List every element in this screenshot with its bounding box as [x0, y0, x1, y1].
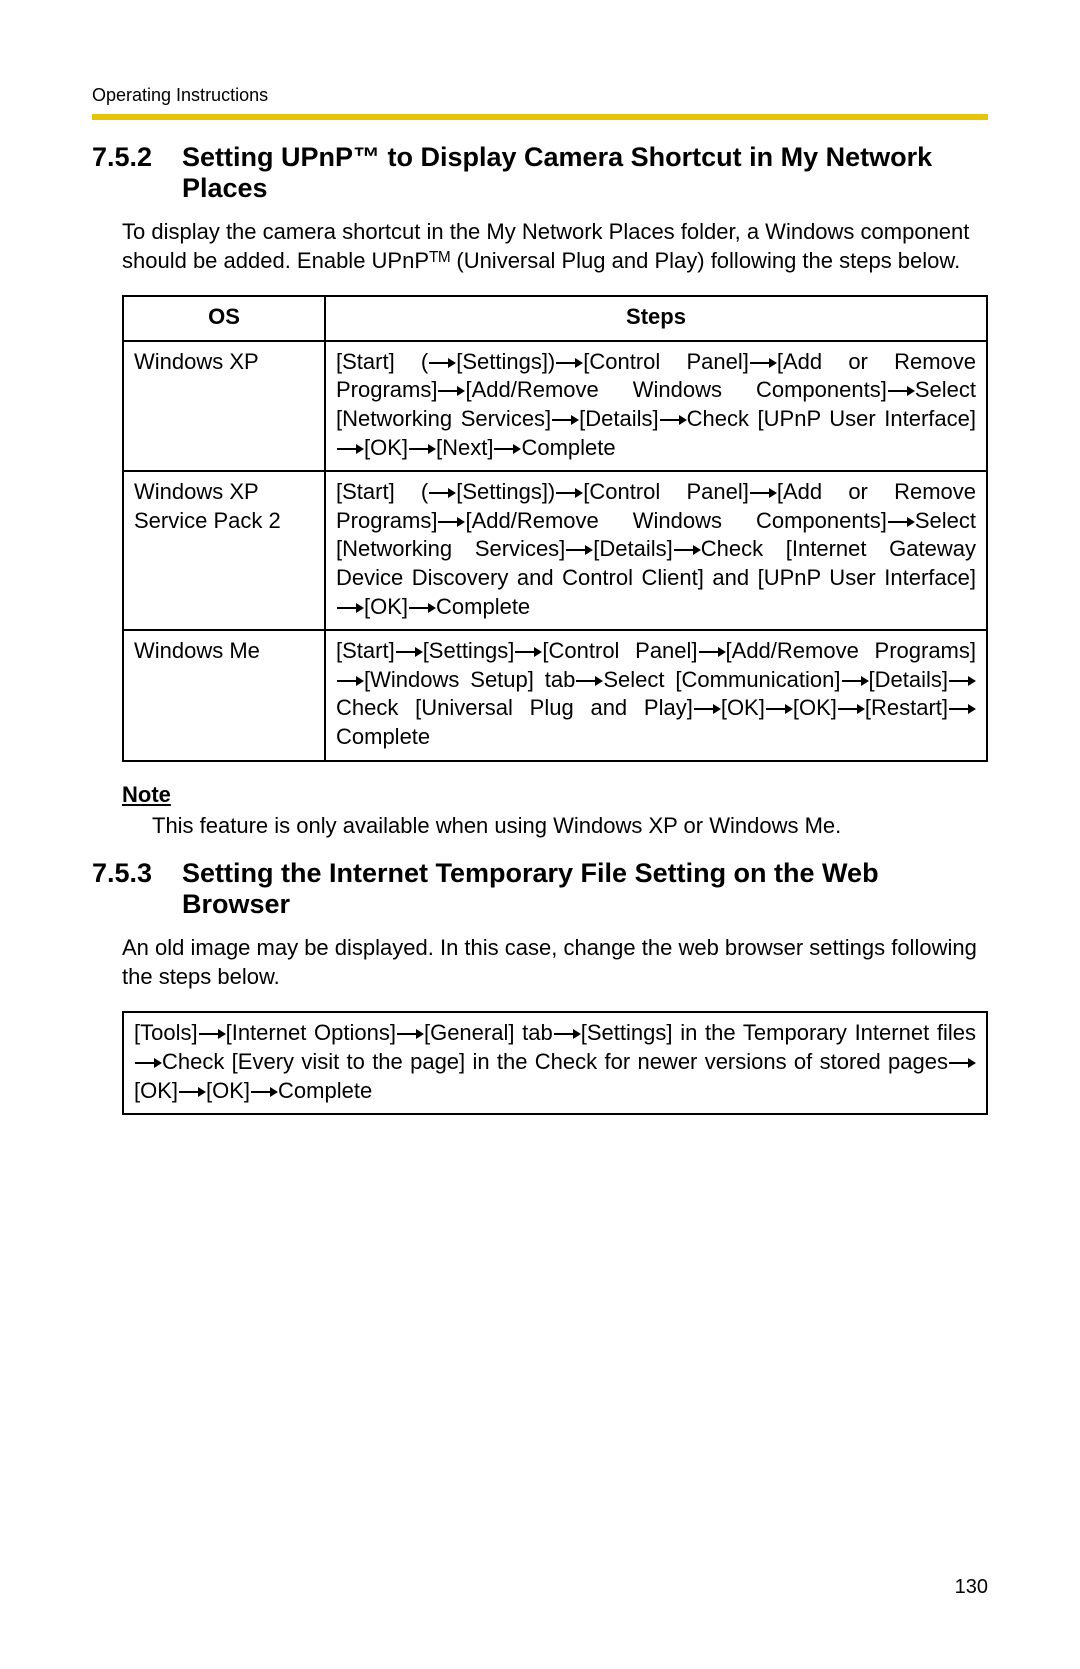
section-number: 7.5.2: [92, 142, 182, 173]
arrow-right-icon: [395, 645, 423, 659]
arrow-right-icon: [948, 674, 976, 688]
arrow-right-icon: [336, 442, 364, 456]
os-cell: Windows Me: [123, 630, 325, 760]
arrow-right-icon: [408, 601, 436, 615]
browser-steps-content: [Tools][Internet Options][General] tab[S…: [134, 1019, 976, 1105]
steps-cell: [Start] ([Settings])[Control Panel][Add …: [325, 341, 987, 471]
arrow-right-icon: [428, 356, 456, 370]
table-row: Windows XP[Start] ([Settings])[Control P…: [123, 341, 987, 471]
section-heading-752: 7.5.2 Setting UPnP™ to Display Camera Sh…: [92, 142, 988, 204]
os-cell: Windows XP: [123, 341, 325, 471]
arrow-right-icon: [693, 702, 721, 716]
arrow-right-icon: [749, 486, 777, 500]
arrow-right-icon: [336, 601, 364, 615]
arrow-right-icon: [514, 645, 542, 659]
running-header: Operating Instructions: [92, 85, 988, 106]
arrow-right-icon: [837, 702, 865, 716]
browser-steps-box: [Tools][Internet Options][General] tab[S…: [122, 1011, 988, 1115]
arrow-right-icon: [765, 702, 793, 716]
arrow-right-icon: [841, 674, 869, 688]
arrow-right-icon: [698, 645, 726, 659]
arrow-right-icon: [553, 1027, 581, 1041]
section-title: Setting UPnP™ to Display Camera Shortcut…: [182, 142, 988, 204]
arrow-right-icon: [565, 543, 593, 557]
arrow-right-icon: [659, 413, 687, 427]
arrow-right-icon: [336, 674, 364, 688]
arrow-right-icon: [396, 1027, 424, 1041]
arrow-right-icon: [493, 442, 521, 456]
arrow-right-icon: [887, 384, 915, 398]
steps-cell: [Start] ([Settings])[Control Panel][Add …: [325, 471, 987, 630]
arrow-right-icon: [408, 442, 436, 456]
arrow-right-icon: [575, 674, 603, 688]
arrow-right-icon: [250, 1085, 278, 1099]
os-steps-table: OS Steps Windows XP[Start] ([Settings])[…: [122, 295, 988, 761]
arrow-right-icon: [198, 1027, 226, 1041]
section-752-intro: To display the camera shortcut in the My…: [92, 218, 988, 275]
arrow-right-icon: [887, 515, 915, 529]
arrow-right-icon: [948, 1056, 976, 1070]
section-heading-753: 7.5.3 Setting the Internet Temporary Fil…: [92, 858, 988, 920]
arrow-right-icon: [134, 1056, 162, 1070]
note-body: This feature is only available when usin…: [92, 812, 988, 841]
table-row: Windows Me[Start][Settings][Control Pane…: [123, 630, 987, 760]
arrow-right-icon: [178, 1085, 206, 1099]
note-label: Note: [92, 782, 988, 808]
arrow-right-icon: [673, 543, 701, 557]
document-page: Operating Instructions 7.5.2 Setting UPn…: [0, 0, 1080, 1669]
table-row: Windows XP Service Pack 2[Start] ([Setti…: [123, 471, 987, 630]
table-header-os: OS: [123, 296, 325, 341]
section-title: Setting the Internet Temporary File Sett…: [182, 858, 988, 920]
arrow-right-icon: [437, 384, 465, 398]
arrow-right-icon: [749, 356, 777, 370]
os-cell: Windows XP Service Pack 2: [123, 471, 325, 630]
steps-cell: [Start][Settings][Control Panel][Add/Rem…: [325, 630, 987, 760]
arrow-right-icon: [551, 413, 579, 427]
section-753-intro: An old image may be displayed. In this c…: [92, 934, 988, 991]
arrow-right-icon: [555, 356, 583, 370]
arrow-right-icon: [948, 702, 976, 716]
table-header-steps: Steps: [325, 296, 987, 341]
page-number: 130: [955, 1576, 988, 1599]
arrow-right-icon: [555, 486, 583, 500]
arrow-right-icon: [437, 515, 465, 529]
table-body: Windows XP[Start] ([Settings])[Control P…: [123, 341, 987, 761]
arrow-right-icon: [428, 486, 456, 500]
accent-bar: [92, 114, 988, 120]
section-number: 7.5.3: [92, 858, 182, 889]
